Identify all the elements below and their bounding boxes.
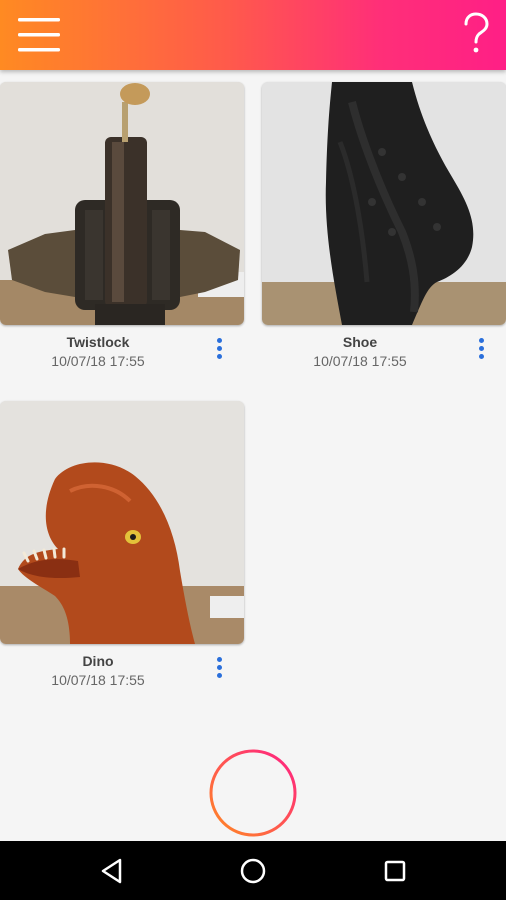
- back-button[interactable]: [96, 855, 128, 887]
- more-dot: [217, 673, 222, 678]
- more-dot: [217, 665, 222, 670]
- capture-date: 10/07/18 17:55: [313, 353, 407, 369]
- more-dot: [217, 346, 222, 351]
- capture-date: 10/07/18 17:55: [51, 353, 145, 369]
- menu-button[interactable]: [16, 16, 64, 56]
- capture-card-twistlock: Twistlock 10/07/18 17:55: [0, 82, 244, 382]
- capture-date: 10/07/18 17:55: [51, 672, 145, 688]
- help-button[interactable]: [458, 12, 494, 56]
- hamburger-menu-icon: [18, 18, 60, 52]
- plus-icon: [209, 749, 297, 837]
- add-capture-button[interactable]: [208, 748, 298, 838]
- more-vertical-icon: [217, 657, 222, 662]
- home-button[interactable]: [237, 855, 269, 887]
- more-dot: [217, 354, 222, 359]
- capture-title: Dino: [82, 653, 114, 669]
- shoe-image: [262, 82, 506, 325]
- capture-card-shoe: Shoe 10/07/18 17:55: [262, 82, 506, 382]
- capture-card-dino: Dino 10/07/18 17:55: [0, 401, 244, 701]
- app-bar: [0, 0, 506, 70]
- capture-more-button[interactable]: [208, 336, 232, 364]
- capture-thumbnail[interactable]: [0, 401, 244, 644]
- recents-button[interactable]: [379, 855, 411, 887]
- capture-title: Twistlock: [66, 334, 130, 350]
- more-vertical-icon: [479, 338, 484, 343]
- question-mark-icon: [464, 12, 489, 53]
- capture-thumbnail[interactable]: [0, 82, 244, 325]
- home-circle-icon: [240, 858, 266, 884]
- twistlock-image: [0, 82, 244, 325]
- back-triangle-icon: [101, 858, 122, 884]
- more-dot: [479, 354, 484, 359]
- more-vertical-icon: [217, 338, 222, 343]
- system-navigation-bar: [0, 841, 506, 900]
- capture-more-button[interactable]: [208, 655, 232, 683]
- recents-square-icon: [384, 860, 406, 882]
- dino-image: [0, 401, 244, 644]
- captures-grid: Twistlock 10/07/18 17:55 Shoe 10/07/18 1…: [0, 82, 506, 732]
- more-dot: [479, 346, 484, 351]
- capture-more-button[interactable]: [470, 336, 494, 364]
- capture-thumbnail[interactable]: [262, 82, 506, 325]
- capture-title: Shoe: [342, 334, 378, 350]
